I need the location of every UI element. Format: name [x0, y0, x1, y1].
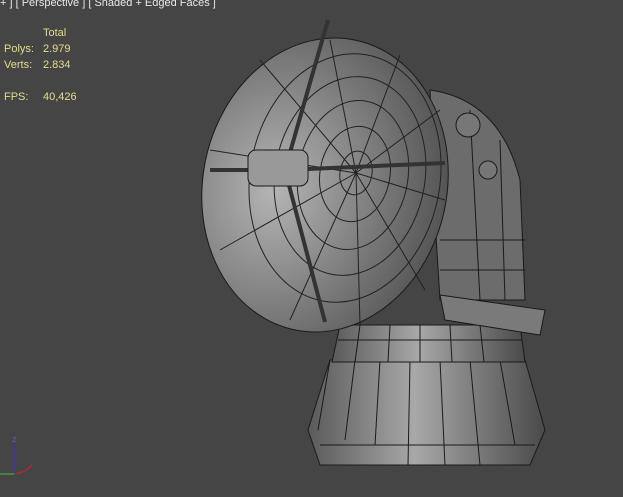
radar-dish-model — [201, 19, 546, 466]
pedestal-top — [331, 324, 526, 363]
feed-horn — [247, 149, 309, 187]
axis-z-label: z — [12, 434, 17, 444]
axis-gizmo: z — [0, 434, 33, 475]
dish-rim — [201, 37, 449, 333]
viewport-canvas[interactable] — [0, 0, 623, 497]
